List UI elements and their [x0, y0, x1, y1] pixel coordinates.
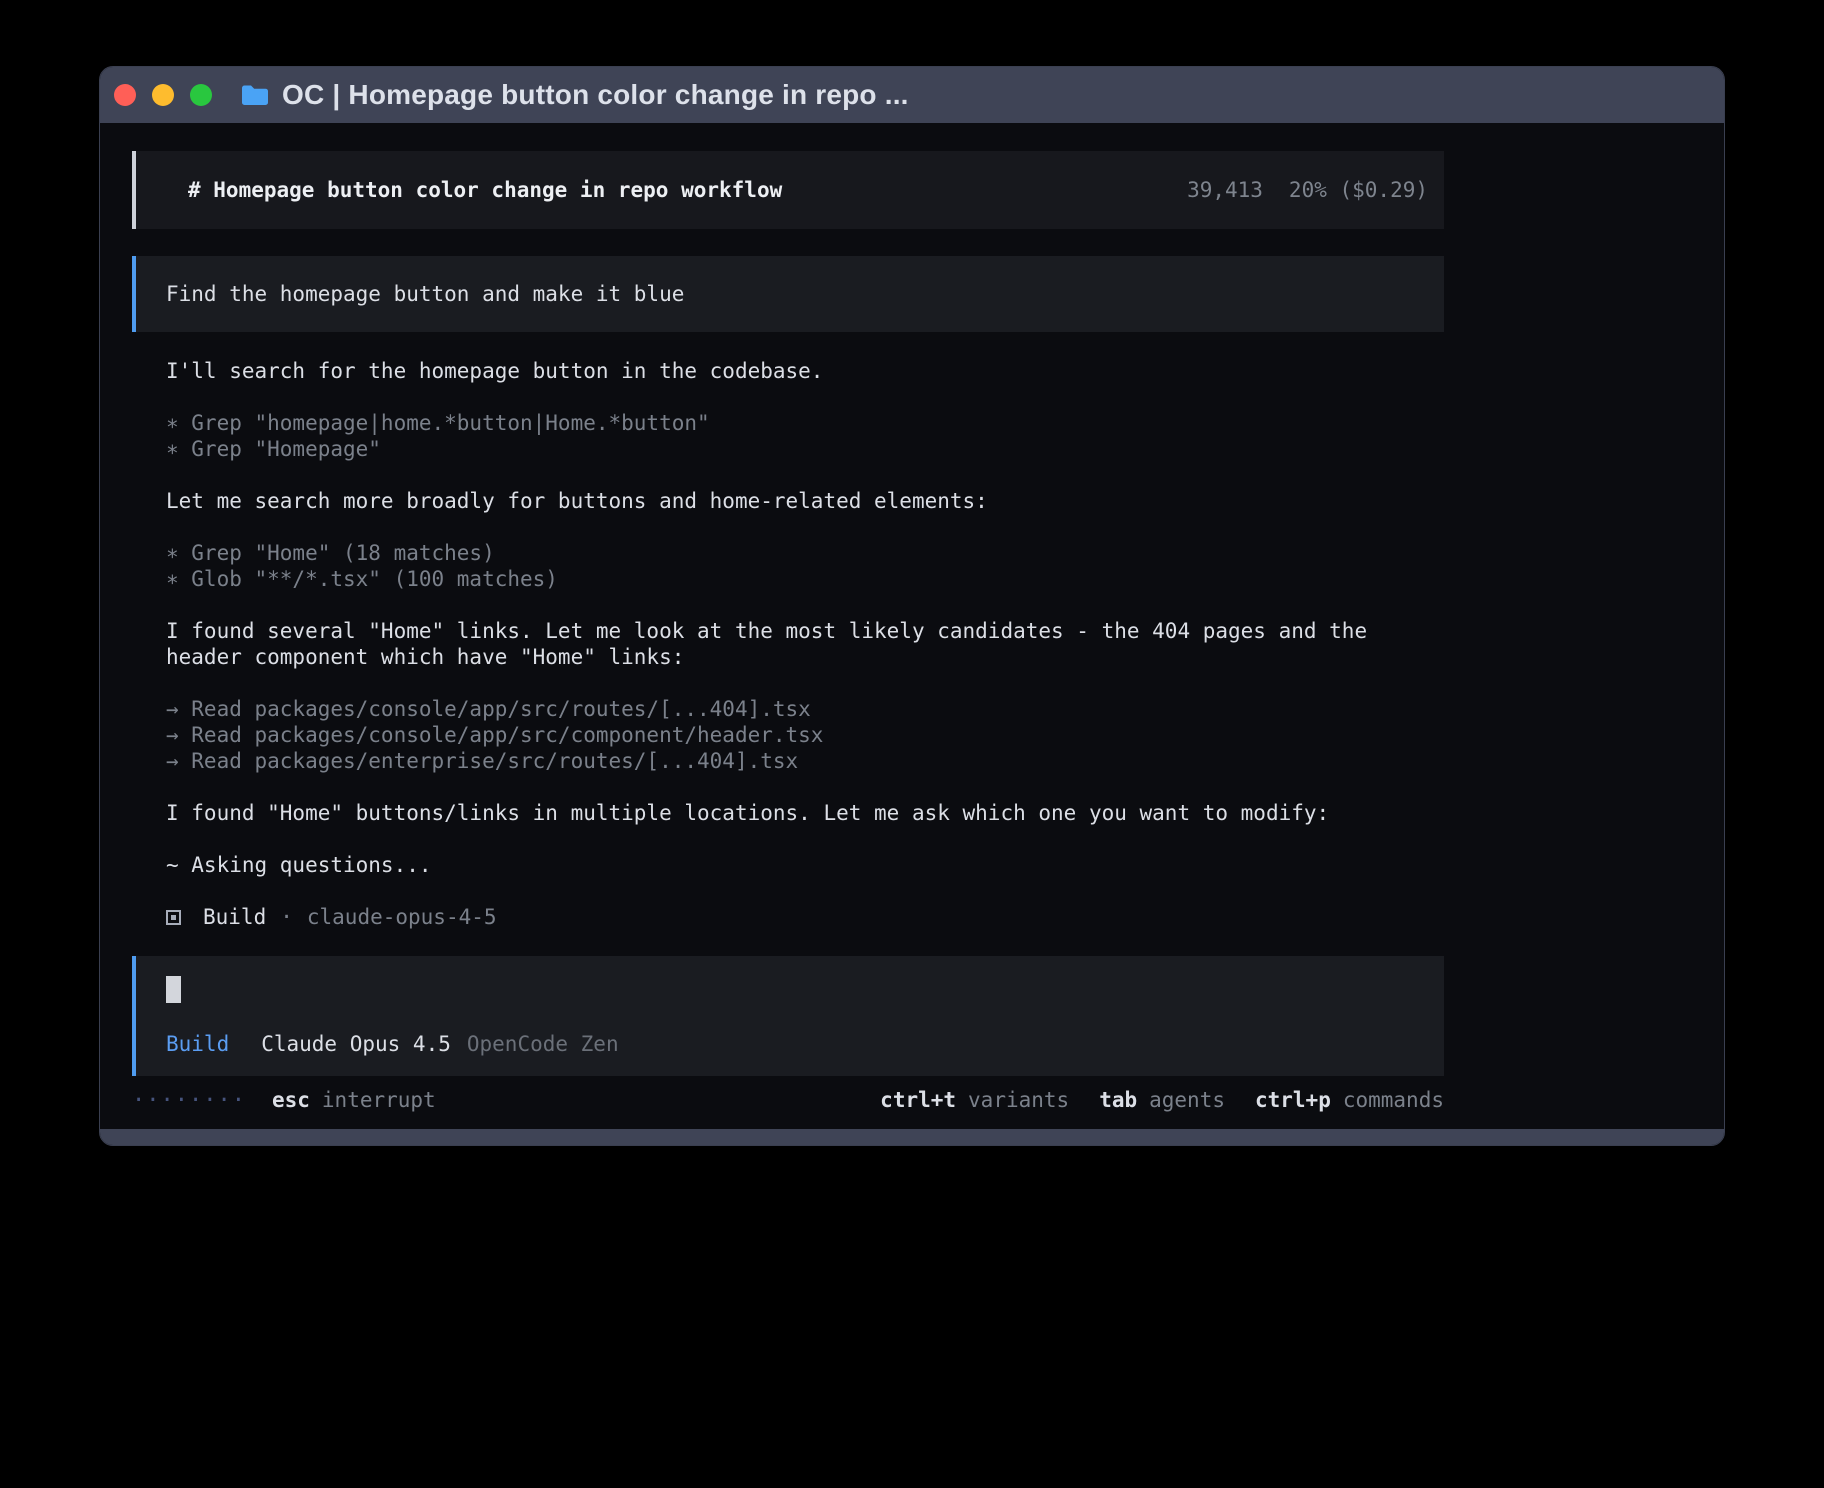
esc-key-label: interrupt	[322, 1088, 436, 1112]
shortcut-agents: tab agents	[1099, 1088, 1225, 1112]
shortcut-label: commands	[1343, 1088, 1444, 1112]
terminal-window: OC | Homepage button color change in rep…	[99, 66, 1725, 1146]
tool-call-grep: ∗ Grep "Home" (18 matches)	[166, 540, 1406, 566]
minimize-button[interactable]	[152, 84, 174, 106]
tool-call-grep: ∗ Grep "homepage|home.*button|Home.*butt…	[166, 410, 1406, 436]
session-header: # Homepage button color change in repo w…	[132, 151, 1444, 229]
tool-call-group: → Read packages/console/app/src/routes/[…	[166, 696, 1406, 774]
agent-model: claude-opus-4-5	[307, 904, 497, 930]
terminal-content: # Homepage button color change in repo w…	[100, 123, 1724, 1129]
zoom-button[interactable]	[190, 84, 212, 106]
spinner-dots-icon: ········	[132, 1088, 246, 1113]
agent-name: Build	[203, 904, 266, 930]
token-count: 39,413	[1187, 178, 1263, 202]
tool-call-read: → Read packages/enterprise/src/routes/[.…	[166, 748, 1406, 774]
shortcut-label: agents	[1149, 1088, 1225, 1112]
tool-call-group: ∗ Grep "homepage|home.*button|Home.*butt…	[166, 410, 1406, 462]
shortcut-key: ctrl+p	[1255, 1088, 1331, 1112]
separator-dot: ·	[280, 904, 293, 930]
tool-call-grep: ∗ Grep "Homepage"	[166, 436, 1406, 462]
shortcut-label: variants	[968, 1088, 1069, 1112]
agent-mode-label: Build	[166, 1031, 229, 1057]
agent-status-row: Build · claude-opus-4-5	[166, 904, 1406, 930]
tool-call-read: → Read packages/console/app/src/routes/[…	[166, 696, 1406, 722]
tool-call-read: → Read packages/console/app/src/componen…	[166, 722, 1406, 748]
conversation-body: I'll search for the homepage button in t…	[132, 358, 1406, 930]
shortcut-key: ctrl+t	[880, 1088, 956, 1112]
status-left: ········ esc interrupt	[132, 1088, 436, 1113]
model-provider: OpenCode Zen	[467, 1031, 619, 1057]
model-name: Claude Opus 4.5	[261, 1031, 451, 1057]
window-titlebar[interactable]: OC | Homepage button color change in rep…	[100, 67, 1724, 123]
desktop-background: OC | Homepage button color change in rep…	[0, 0, 1824, 1488]
context-usage: 20% ($0.29)	[1289, 178, 1428, 202]
text-cursor	[166, 976, 181, 1003]
window-bottom-frame	[100, 1129, 1724, 1145]
window-title: OC | Homepage button color change in rep…	[282, 79, 909, 111]
prompt-input[interactable]: Build Claude Opus 4.5 OpenCode Zen	[132, 956, 1444, 1076]
status-right: ctrl+t variants tab agents ctrl+p comman…	[850, 1088, 1444, 1112]
close-button[interactable]	[114, 84, 136, 106]
session-title: # Homepage button color change in repo w…	[188, 178, 782, 202]
tool-call-group: ∗ Grep "Home" (18 matches) ∗ Glob "**/*.…	[166, 540, 1406, 592]
assistant-text: I'll search for the homepage button in t…	[166, 358, 1406, 384]
session-stats: 39,413 20% ($0.29)	[1187, 178, 1428, 202]
input-footer: Build Claude Opus 4.5 OpenCode Zen	[166, 1031, 1444, 1057]
assistant-text: I found several "Home" links. Let me loo…	[166, 618, 1406, 670]
esc-key-hint: esc	[272, 1088, 310, 1112]
tool-call-glob: ∗ Glob "**/*.tsx" (100 matches)	[166, 566, 1406, 592]
status-bar: ········ esc interrupt ctrl+t variants t…	[132, 1086, 1444, 1114]
assistant-text: I found "Home" buttons/links in multiple…	[166, 800, 1406, 826]
user-message: Find the homepage button and make it blu…	[132, 256, 1444, 332]
shortcut-commands: ctrl+p commands	[1255, 1088, 1444, 1112]
window-controls	[114, 84, 212, 106]
asking-status: ~ Asking questions...	[166, 852, 1406, 878]
folder-icon	[240, 83, 270, 107]
shortcut-variants: ctrl+t variants	[880, 1088, 1069, 1112]
shortcut-key: tab	[1099, 1088, 1137, 1112]
agent-badge-icon	[166, 910, 181, 925]
assistant-text: Let me search more broadly for buttons a…	[166, 488, 1406, 514]
user-message-text: Find the homepage button and make it blu…	[166, 282, 684, 306]
